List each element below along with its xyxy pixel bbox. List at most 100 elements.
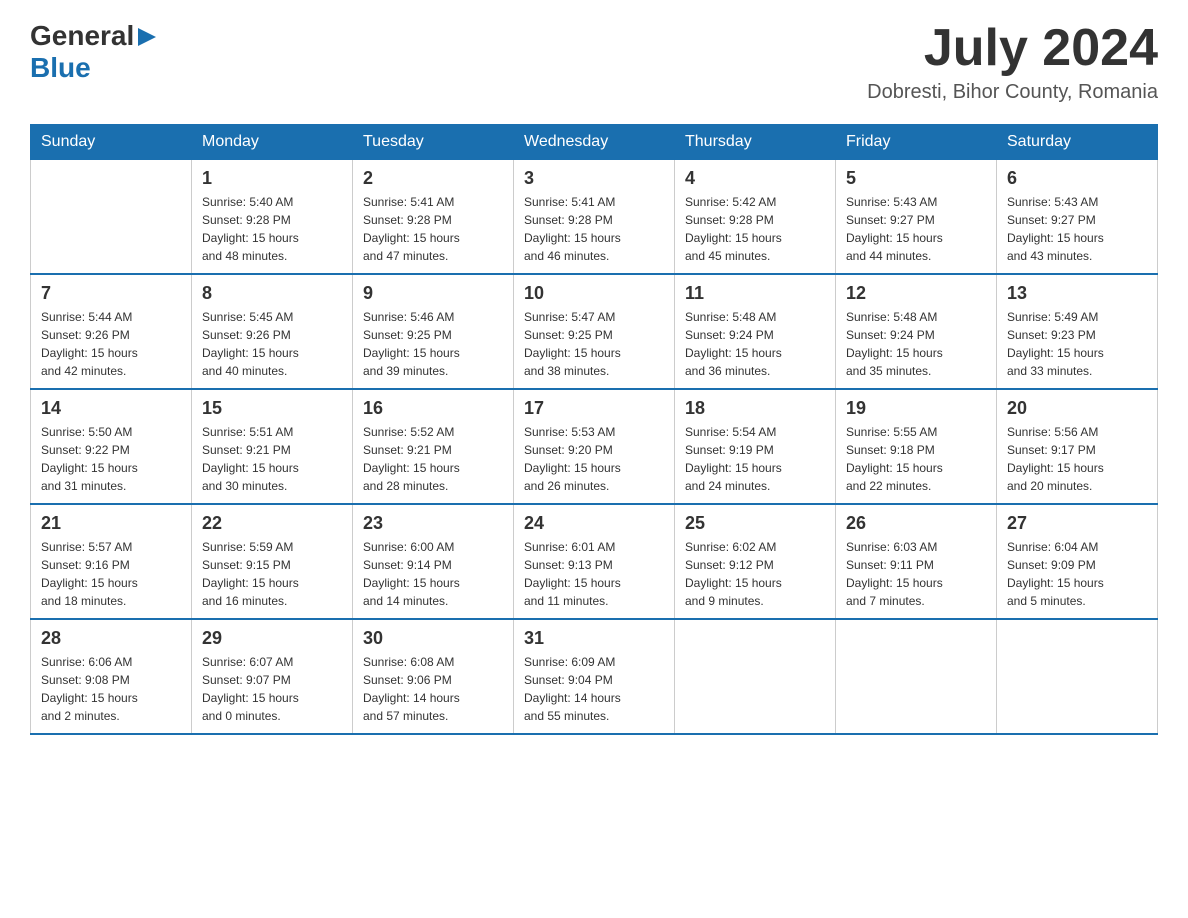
- calendar-cell: 13 Sunrise: 5:49 AM Sunset: 9:23 PM Dayli…: [997, 274, 1158, 389]
- day-info: Sunrise: 5:40 AM Sunset: 9:28 PM Dayligh…: [202, 193, 342, 265]
- day-number: 15: [202, 398, 342, 419]
- calendar-cell: 20 Sunrise: 5:56 AM Sunset: 9:17 PM Dayli…: [997, 389, 1158, 504]
- day-info: Sunrise: 5:44 AM Sunset: 9:26 PM Dayligh…: [41, 308, 181, 380]
- calendar-header: SundayMondayTuesdayWednesdayThursdayFrid…: [31, 125, 1158, 160]
- calendar-cell: 12Sunrise: 5:48 AM Sunset: 9:24 PM Dayli…: [836, 274, 997, 389]
- day-number: 20: [1007, 398, 1147, 419]
- day-number: 29: [202, 628, 342, 649]
- day-info: Sunrise: 5:56 AM Sunset: 9:17 PM Dayligh…: [1007, 423, 1147, 495]
- calendar-week-row: 7 Sunrise: 5:44 AM Sunset: 9:26 PM Daylig…: [31, 274, 1158, 389]
- logo-general-text: General: [30, 20, 134, 52]
- day-info: Sunrise: 5:41 AM Sunset: 9:28 PM Dayligh…: [524, 193, 664, 265]
- day-info: Sunrise: 5:54 AM Sunset: 9:19 PM Dayligh…: [685, 423, 825, 495]
- title-block: July 2024 Dobresti, Bihor County, Romani…: [867, 20, 1158, 104]
- weekday-header-saturday: Saturday: [997, 125, 1158, 160]
- day-number: 7: [41, 283, 181, 304]
- day-number: 27: [1007, 513, 1147, 534]
- calendar-cell: 30 Sunrise: 6:08 AM Sunset: 9:06 PM Dayli…: [353, 619, 514, 734]
- day-number: 19: [846, 398, 986, 419]
- logo-arrow-icon: [136, 26, 158, 48]
- calendar-cell: 25 Sunrise: 6:02 AM Sunset: 9:12 PM Dayli…: [675, 504, 836, 619]
- logo: General Blue: [30, 20, 158, 84]
- calendar-cell: 21 Sunrise: 5:57 AM Sunset: 9:16 PM Dayli…: [31, 504, 192, 619]
- day-number: 6: [1007, 168, 1147, 189]
- day-info: Sunrise: 5:55 AM Sunset: 9:18 PM Dayligh…: [846, 423, 986, 495]
- day-number: 1: [202, 168, 342, 189]
- location-subtitle: Dobresti, Bihor County, Romania: [867, 81, 1158, 104]
- day-info: Sunrise: 6:03 AM Sunset: 9:11 PM Dayligh…: [846, 538, 986, 610]
- calendar-cell: 7 Sunrise: 5:44 AM Sunset: 9:26 PM Daylig…: [31, 274, 192, 389]
- day-number: 14: [41, 398, 181, 419]
- weekday-header-thursday: Thursday: [675, 125, 836, 160]
- calendar-week-row: 1 Sunrise: 5:40 AM Sunset: 9:28 PM Daylig…: [31, 160, 1158, 275]
- day-number: 23: [363, 513, 503, 534]
- day-info: Sunrise: 5:59 AM Sunset: 9:15 PM Dayligh…: [202, 538, 342, 610]
- calendar-cell: 28Sunrise: 6:06 AM Sunset: 9:08 PM Dayli…: [31, 619, 192, 734]
- weekday-header-friday: Friday: [836, 125, 997, 160]
- day-number: 24: [524, 513, 664, 534]
- logo-blue-text: Blue: [30, 52, 91, 83]
- day-number: 30: [363, 628, 503, 649]
- day-info: Sunrise: 6:02 AM Sunset: 9:12 PM Dayligh…: [685, 538, 825, 610]
- calendar-cell: [675, 619, 836, 734]
- day-info: Sunrise: 5:47 AM Sunset: 9:25 PM Dayligh…: [524, 308, 664, 380]
- day-info: Sunrise: 5:43 AM Sunset: 9:27 PM Dayligh…: [1007, 193, 1147, 265]
- day-number: 26: [846, 513, 986, 534]
- day-info: Sunrise: 6:01 AM Sunset: 9:13 PM Dayligh…: [524, 538, 664, 610]
- day-info: Sunrise: 5:41 AM Sunset: 9:28 PM Dayligh…: [363, 193, 503, 265]
- day-info: Sunrise: 6:06 AM Sunset: 9:08 PM Dayligh…: [41, 653, 181, 725]
- calendar-cell: 8 Sunrise: 5:45 AM Sunset: 9:26 PM Daylig…: [192, 274, 353, 389]
- day-number: 8: [202, 283, 342, 304]
- calendar-cell: 23 Sunrise: 6:00 AM Sunset: 9:14 PM Dayli…: [353, 504, 514, 619]
- day-info: Sunrise: 6:07 AM Sunset: 9:07 PM Dayligh…: [202, 653, 342, 725]
- calendar-body: 1 Sunrise: 5:40 AM Sunset: 9:28 PM Daylig…: [31, 160, 1158, 735]
- calendar-cell: 19 Sunrise: 5:55 AM Sunset: 9:18 PM Dayli…: [836, 389, 997, 504]
- calendar-week-row: 21 Sunrise: 5:57 AM Sunset: 9:16 PM Dayli…: [31, 504, 1158, 619]
- day-info: Sunrise: 5:49 AM Sunset: 9:23 PM Dayligh…: [1007, 308, 1147, 380]
- calendar-cell: 18Sunrise: 5:54 AM Sunset: 9:19 PM Dayli…: [675, 389, 836, 504]
- day-info: Sunrise: 5:50 AM Sunset: 9:22 PM Dayligh…: [41, 423, 181, 495]
- day-info: Sunrise: 6:08 AM Sunset: 9:06 PM Dayligh…: [363, 653, 503, 725]
- day-info: Sunrise: 5:53 AM Sunset: 9:20 PM Dayligh…: [524, 423, 664, 495]
- day-info: Sunrise: 5:43 AM Sunset: 9:27 PM Dayligh…: [846, 193, 986, 265]
- weekday-header-row: SundayMondayTuesdayWednesdayThursdayFrid…: [31, 125, 1158, 160]
- calendar-cell: 14 Sunrise: 5:50 AM Sunset: 9:22 PM Dayli…: [31, 389, 192, 504]
- calendar-cell: 24 Sunrise: 6:01 AM Sunset: 9:13 PM Dayli…: [514, 504, 675, 619]
- day-number: 9: [363, 283, 503, 304]
- calendar-cell: 29 Sunrise: 6:07 AM Sunset: 9:07 PM Dayli…: [192, 619, 353, 734]
- calendar-cell: 17Sunrise: 5:53 AM Sunset: 9:20 PM Dayli…: [514, 389, 675, 504]
- day-info: Sunrise: 5:46 AM Sunset: 9:25 PM Dayligh…: [363, 308, 503, 380]
- calendar-cell: 1 Sunrise: 5:40 AM Sunset: 9:28 PM Daylig…: [192, 160, 353, 275]
- day-number: 22: [202, 513, 342, 534]
- day-number: 2: [363, 168, 503, 189]
- calendar-cell: 26 Sunrise: 6:03 AM Sunset: 9:11 PM Dayli…: [836, 504, 997, 619]
- day-info: Sunrise: 5:45 AM Sunset: 9:26 PM Dayligh…: [202, 308, 342, 380]
- month-year-title: July 2024: [867, 20, 1158, 77]
- day-number: 5: [846, 168, 986, 189]
- calendar-cell: 15Sunrise: 5:51 AM Sunset: 9:21 PM Dayli…: [192, 389, 353, 504]
- day-number: 16: [363, 398, 503, 419]
- calendar-cell: 11Sunrise: 5:48 AM Sunset: 9:24 PM Dayli…: [675, 274, 836, 389]
- calendar-week-row: 14 Sunrise: 5:50 AM Sunset: 9:22 PM Dayli…: [31, 389, 1158, 504]
- calendar-cell: 6 Sunrise: 5:43 AM Sunset: 9:27 PM Daylig…: [997, 160, 1158, 275]
- calendar-week-row: 28Sunrise: 6:06 AM Sunset: 9:08 PM Dayli…: [31, 619, 1158, 734]
- day-info: Sunrise: 5:42 AM Sunset: 9:28 PM Dayligh…: [685, 193, 825, 265]
- calendar-cell: 16Sunrise: 5:52 AM Sunset: 9:21 PM Dayli…: [353, 389, 514, 504]
- calendar-table: SundayMondayTuesdayWednesdayThursdayFrid…: [30, 124, 1158, 735]
- calendar-cell: [997, 619, 1158, 734]
- day-info: Sunrise: 6:00 AM Sunset: 9:14 PM Dayligh…: [363, 538, 503, 610]
- weekday-header-sunday: Sunday: [31, 125, 192, 160]
- calendar-cell: 5 Sunrise: 5:43 AM Sunset: 9:27 PM Daylig…: [836, 160, 997, 275]
- weekday-header-wednesday: Wednesday: [514, 125, 675, 160]
- page-header: General Blue July 2024 Dobresti, Bihor C…: [30, 20, 1158, 104]
- day-info: Sunrise: 5:57 AM Sunset: 9:16 PM Dayligh…: [41, 538, 181, 610]
- day-number: 3: [524, 168, 664, 189]
- weekday-header-tuesday: Tuesday: [353, 125, 514, 160]
- day-info: Sunrise: 6:09 AM Sunset: 9:04 PM Dayligh…: [524, 653, 664, 725]
- calendar-cell: 31Sunrise: 6:09 AM Sunset: 9:04 PM Dayli…: [514, 619, 675, 734]
- calendar-cell: [31, 160, 192, 275]
- day-number: 25: [685, 513, 825, 534]
- calendar-cell: 9 Sunrise: 5:46 AM Sunset: 9:25 PM Daylig…: [353, 274, 514, 389]
- day-number: 13: [1007, 283, 1147, 304]
- day-number: 21: [41, 513, 181, 534]
